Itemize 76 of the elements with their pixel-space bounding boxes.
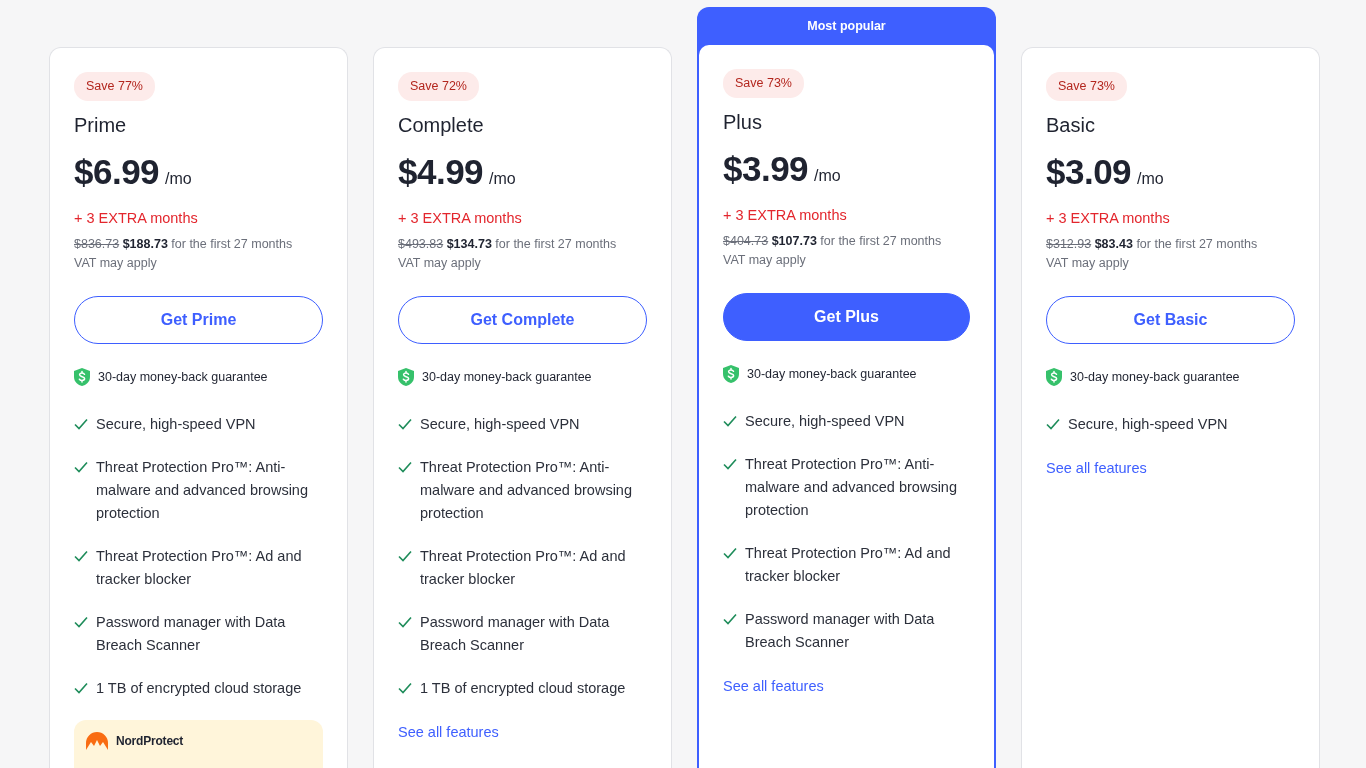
price-period: /mo — [165, 168, 192, 189]
bonus-text: + 3 EXTRA months — [1046, 209, 1171, 229]
check-icon — [723, 414, 737, 427]
price-period: /mo — [489, 168, 516, 189]
check-icon — [398, 460, 412, 473]
feature-text: Threat Protection Pro™: Ad and tracker blocker — [745, 543, 952, 586]
bonus-text: + 3 EXTRA months — [398, 209, 523, 229]
guarantee-text: 30-day money-back guarantee — [98, 369, 268, 386]
check-icon — [398, 549, 412, 562]
vat-note: VAT may apply — [398, 255, 482, 272]
guarantee-text: 30-day money-back guarantee — [1070, 369, 1240, 386]
billing-text: $404.73 $107.73 for the first 27 months — [723, 233, 943, 250]
see-all-features-link[interactable]: See all features — [1046, 457, 1147, 480]
discount-badge: Save 73% — [723, 69, 804, 98]
discount-badge: Save 72% — [398, 72, 479, 101]
feature-text: Threat Protection Pro™: Anti-malware and advanced browsing protection — [420, 457, 633, 523]
see-all-features-link[interactable]: See all features — [723, 675, 824, 698]
feature-text: 1 TB of encrypted cloud storage — [420, 678, 626, 698]
plan-name: Complete — [398, 112, 485, 138]
check-icon — [398, 681, 412, 694]
guarantee-text: 30-day money-back guarantee — [422, 369, 592, 386]
check-icon — [74, 549, 88, 562]
plan-price: $3.09 — [1046, 150, 1132, 193]
billing-text: $493.83 $134.73 for the first 27 months — [398, 236, 618, 253]
vat-note: VAT may apply — [723, 252, 807, 269]
feature-text: Password manager with Data Breach Scanner — [745, 609, 936, 652]
plan-price: $3.99 — [723, 147, 809, 190]
plan-name: Plus — [723, 109, 763, 135]
feature-text: Threat Protection Pro™: Anti-malware and advanced browsing protection — [96, 457, 309, 523]
check-icon — [723, 457, 737, 470]
shield-dollar-icon — [723, 365, 739, 384]
shield-dollar-icon — [74, 368, 90, 387]
check-icon — [398, 615, 412, 628]
bonus-text: + 3 EXTRA months — [74, 209, 199, 229]
plan-price: $6.99 — [74, 150, 160, 193]
feature-text: Secure, high-speed VPN — [96, 414, 256, 434]
get-plan-button[interactable]: Get Basic — [1046, 296, 1295, 344]
billing-text: $836.73 $188.73 for the first 27 months — [74, 236, 294, 253]
price-period: /mo — [814, 165, 841, 186]
feature-text: Secure, high-speed VPN — [1068, 414, 1228, 434]
check-icon — [398, 417, 412, 430]
vat-note: VAT may apply — [74, 255, 158, 272]
discount-badge: Save 73% — [1046, 72, 1127, 101]
shield-dollar-icon — [398, 368, 414, 387]
get-plan-button[interactable]: Get Complete — [398, 296, 647, 344]
see-all-features-link[interactable]: See all features — [398, 721, 499, 744]
price-period: /mo — [1137, 168, 1164, 189]
guarantee-text: 30-day money-back guarantee — [747, 366, 917, 383]
feature-text: 1 TB of encrypted cloud storage — [96, 678, 302, 698]
bonus-text: + 3 EXTRA months — [723, 206, 848, 226]
check-icon — [74, 417, 88, 430]
billing-text: $312.93 $83.43 for the first 27 months — [1046, 236, 1259, 253]
shield-dollar-icon — [1046, 368, 1062, 387]
feature-text: Secure, high-speed VPN — [745, 411, 905, 431]
check-icon — [74, 615, 88, 628]
get-plan-button[interactable]: Get Plus — [723, 293, 970, 341]
check-icon — [723, 546, 737, 559]
addon-brand-name: NordProtect — [116, 732, 184, 750]
discount-badge: Save 77% — [74, 72, 155, 101]
ribbon-label: Most popular — [806, 18, 887, 35]
check-icon — [74, 460, 88, 473]
plan-price: $4.99 — [398, 150, 484, 193]
feature-text: Password manager with Data Breach Scanner — [96, 612, 287, 655]
feature-text: Threat Protection Pro™: Ad and tracker blocker — [96, 546, 303, 589]
vat-note: VAT may apply — [1046, 255, 1130, 272]
plan-name: Prime — [74, 112, 128, 138]
check-icon — [1046, 417, 1060, 430]
plan-name: Basic — [1046, 112, 1096, 138]
feature-text: Password manager with Data Breach Scanner — [420, 612, 611, 655]
mountain-logo-icon — [86, 731, 108, 750]
feature-text: Secure, high-speed VPN — [420, 414, 580, 434]
feature-text: Threat Protection Pro™: Anti-malware and advanced browsing protection — [745, 454, 958, 520]
feature-text: Threat Protection Pro™: Ad and tracker blocker — [420, 546, 627, 589]
check-icon — [74, 681, 88, 694]
get-plan-button[interactable]: Get Prime — [74, 296, 323, 344]
check-icon — [723, 612, 737, 625]
